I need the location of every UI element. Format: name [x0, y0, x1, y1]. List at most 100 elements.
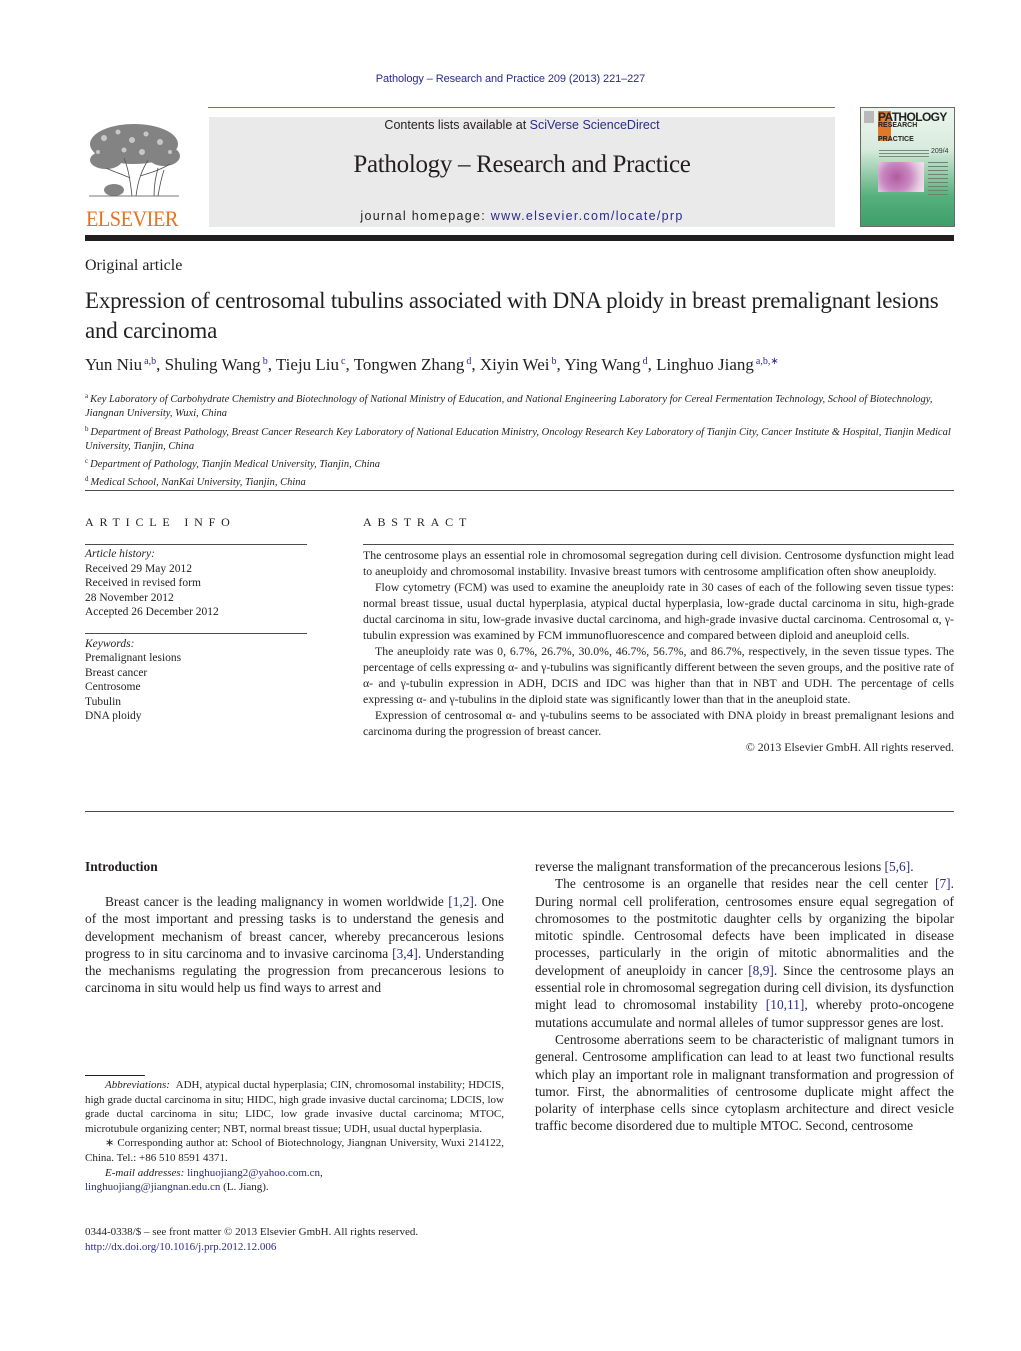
history-item: Received in revised form: [85, 577, 201, 590]
keywords-label: Keywords:: [85, 638, 135, 650]
author-name[interactable]: Shuling Wang: [165, 355, 261, 374]
affiliation-item: d Medical School, NanKai University, Tian…: [85, 472, 955, 490]
author-separator: ,: [267, 355, 276, 374]
cover-subtitle: RESEARCH: [878, 122, 918, 129]
article-title: Expression of centrosomal tubulins assoc…: [85, 288, 939, 343]
section-divider: [85, 490, 954, 491]
abstract-paragraph: The centrosome plays an essential role i…: [363, 548, 954, 578]
author-name[interactable]: Tieju Liu: [276, 355, 339, 374]
journal-masthead: Contents lists available at SciVerse Sci…: [209, 117, 835, 227]
article-info-divider: [85, 544, 307, 545]
keyword-item: Breast cancer: [85, 666, 148, 679]
abstract-divider: [363, 544, 954, 545]
affiliation-item: b Department of Breast Pathology, Breast …: [85, 422, 955, 455]
contents-line: Contents lists available at SciVerse Sci…: [209, 118, 835, 132]
affiliation-text: Department of Pathology, Tianjin Medical…: [90, 459, 381, 471]
article-info-heading: ARTICLE INFO: [85, 515, 236, 529]
history-item: Accepted 26 December 2012: [85, 606, 219, 619]
keywords: Keywords: Premalignant lesions Breast ca…: [85, 637, 181, 723]
affiliation-key: b: [85, 424, 89, 433]
email-link-1[interactable]: linghuojiang2@yahoo.com.cn: [187, 1167, 320, 1179]
author-affiliation-marker[interactable]: a,b: [144, 356, 156, 367]
author-name[interactable]: Tongwen Zhang: [354, 355, 465, 374]
abbreviations-label: Abbreviations:: [105, 1079, 170, 1091]
body-paragraph: The centrosome is an organelle that resi…: [535, 875, 954, 1031]
keyword-item: Premalignant lesions: [85, 652, 182, 665]
affiliation-text: Department of Breast Pathology, Breast C…: [85, 426, 951, 452]
cover-publisher-mark: [864, 111, 874, 123]
affiliation-key: a: [85, 392, 89, 400]
email-suffix: (L. Jiang).: [220, 1181, 269, 1194]
cover-histology-image: [878, 162, 924, 192]
citation-link[interactable]: [7]: [935, 876, 951, 891]
header-thick-divider: [85, 235, 954, 241]
history-label: Article history:: [85, 548, 155, 560]
body-text: Centrosome aberrations seem to be charac…: [535, 1031, 954, 1134]
author-name[interactable]: Yun Niu: [85, 355, 142, 374]
cover-side-text: [928, 162, 948, 196]
cover-subtitle-2: PRACTICE: [878, 136, 914, 143]
affiliation-item: c Department of Pathology, Tianjin Medica…: [85, 454, 955, 472]
author-name[interactable]: Ying Wang: [564, 355, 640, 374]
affiliations: a Key Laboratory of Carbohydrate Chemistr…: [85, 389, 955, 491]
header-divider: [208, 107, 835, 108]
keyword-item: Tubulin: [85, 695, 122, 708]
keyword-item: Centrosome: [85, 681, 141, 694]
abbreviations-footnote: Abbreviations: ADH, atypical ductal hype…: [85, 1078, 504, 1136]
citation-link[interactable]: [8,9]: [748, 963, 774, 978]
elsevier-logo[interactable]: ELSEVIER: [84, 118, 186, 231]
affiliation-item: a Key Laboratory of Carbohydrate Chemistr…: [85, 389, 955, 422]
journal-homepage-link[interactable]: www.elsevier.com/locate/prp: [491, 209, 684, 223]
body-paragraph: reverse the malignant transformation of …: [535, 858, 954, 875]
abstract-body: The centrosome plays an essential role i…: [363, 547, 954, 755]
citation-link[interactable]: [5,6]: [885, 859, 911, 874]
body-text: .: [910, 859, 914, 874]
abstract-paragraph: Flow cytometry (FCM) was used to examine…: [363, 580, 954, 642]
citation-link[interactable]: [3,4]: [392, 946, 418, 961]
affiliation-key: d: [85, 475, 89, 484]
abstract-copyright: © 2013 Elsevier GmbH. All rights reserve…: [745, 740, 954, 754]
affiliation-key: c: [85, 457, 89, 466]
introduction-heading: Introduction: [85, 859, 158, 874]
footnotes: Abbreviations: ADH, atypical ductal hype…: [85, 1078, 504, 1195]
body-text: Breast cancer is the leading malignancy …: [105, 894, 449, 909]
body-paragraph: Breast cancer is the leading malignancy …: [85, 893, 504, 997]
email-link-2[interactable]: linghuojiang@jiangnan.edu.cn: [85, 1181, 220, 1193]
body-column-right: reverse the malignant transformation of …: [535, 858, 954, 1135]
journal-citation-link[interactable]: Pathology – Research and Practice 209 (2…: [0, 73, 1021, 85]
elsevier-tree-icon: [89, 124, 180, 197]
citation-link[interactable]: [1,2]: [448, 894, 474, 909]
issn-doi-block: 0344-0338/$ – see front matter © 2013 El…: [85, 1225, 504, 1255]
sciencedirect-link[interactable]: SciVerse ScienceDirect: [530, 118, 660, 132]
journal-title: Pathology – Research and Practice: [353, 151, 691, 178]
journal-cover-image[interactable]: PATHOLOGY RESEARCH PRACTICE 209/4: [860, 107, 955, 227]
cover-volume: 209/4: [931, 148, 949, 155]
history-item: Received 29 May 2012: [85, 562, 192, 575]
affiliation-text: Medical School, NanKai University, Tianj…: [90, 477, 306, 489]
abstract-end-divider: [85, 811, 954, 812]
abstract-paragraph: The aneuploidy rate was 0, 6.7%, 26.7%, …: [363, 644, 954, 706]
email-footnote: E-mail addresses: linghuojiang2@yahoo.co…: [85, 1166, 504, 1195]
cover-text-lines: [879, 150, 929, 158]
contents-prefix: Contents lists available at: [384, 118, 530, 132]
keyword-item: DNA ploidy: [85, 710, 142, 723]
email-label: E-mail addresses:: [105, 1166, 185, 1179]
corresponding-author-footnote: ∗ Corresponding author at: School of Bio…: [85, 1137, 504, 1164]
email-separator: ,: [320, 1166, 323, 1179]
citation-link[interactable]: [10,11]: [766, 997, 805, 1012]
body-paragraph: Centrosome aberrations seem to be charac…: [535, 1031, 954, 1135]
elsevier-wordmark: ELSEVIER: [86, 206, 178, 231]
author-separator: ,: [647, 355, 657, 374]
author-name[interactable]: Xiyin Wei: [480, 355, 550, 374]
doi-link[interactable]: http://dx.doi.org/10.1016/j.prp.2012.12.…: [85, 1240, 504, 1255]
issn-line: 0344-0338/$ – see front matter © 2013 El…: [85, 1226, 419, 1238]
affiliation-text: Key Laboratory of Carbohydrate Chemistry…: [85, 394, 933, 420]
author-affiliation-marker[interactable]: a,b,∗: [756, 356, 779, 367]
author-separator: ,: [156, 355, 165, 374]
author-separator: ,: [471, 355, 480, 374]
author-name[interactable]: Linghuo Jiang: [656, 355, 754, 374]
article-type: Original article: [85, 257, 183, 274]
keywords-divider: [85, 633, 307, 634]
author-separator: ,: [345, 355, 354, 374]
author-list: Yun Niu a,b, Shuling Wang b, Tieju Liu c, T…: [85, 355, 955, 375]
